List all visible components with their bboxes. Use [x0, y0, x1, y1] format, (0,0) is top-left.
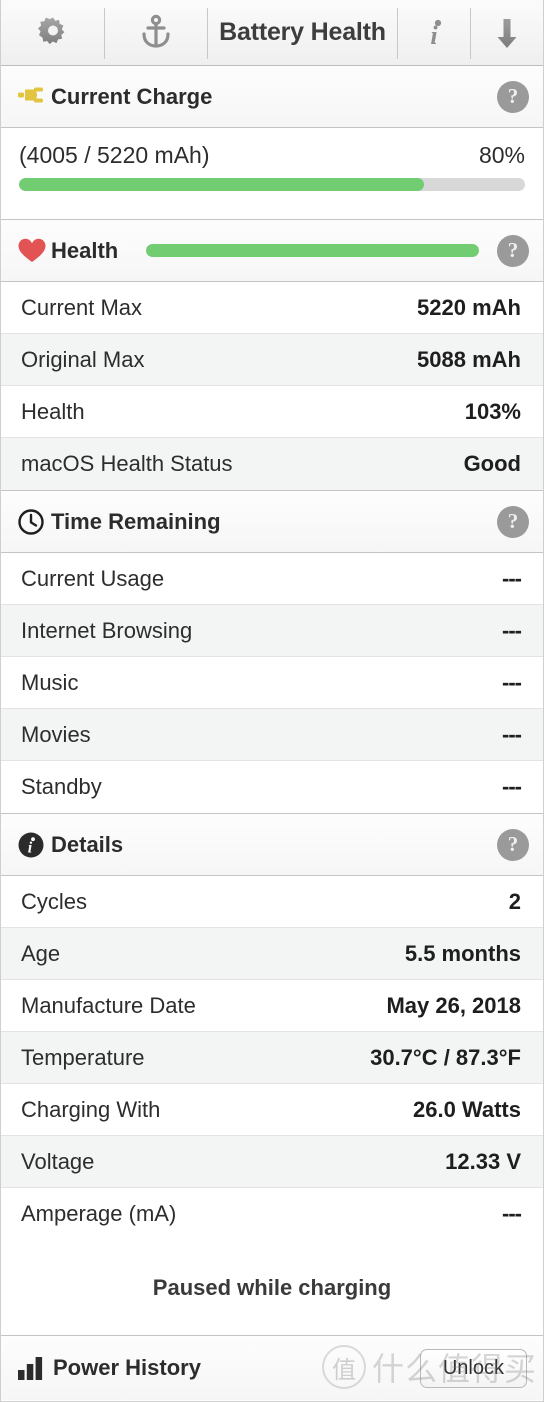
download-arrow-icon	[497, 18, 517, 48]
row-value: 2	[508, 888, 521, 914]
health-progress-track	[146, 244, 479, 257]
toolbar: Battery Health i	[1, 0, 543, 66]
charge-progress-track	[19, 178, 525, 191]
row-label: Standby	[21, 774, 102, 799]
table-row: Standby ---	[1, 761, 543, 813]
table-row: Current Max 5220 mAh	[1, 282, 543, 334]
row-label: Health	[21, 398, 85, 424]
row-label: Internet Browsing	[21, 617, 193, 643]
heart-icon	[17, 237, 51, 264]
row-label: Manufacture Date	[21, 992, 196, 1018]
info-circle-icon: i	[17, 831, 51, 859]
row-value: ---	[502, 774, 522, 799]
anchor-icon	[142, 14, 170, 48]
help-button-current-charge[interactable]: ?	[497, 80, 529, 113]
section-header-current-charge: Current Charge ?	[1, 66, 543, 128]
table-row: Internet Browsing ---	[1, 605, 543, 657]
row-value: 5220 mAh	[417, 294, 521, 320]
table-row: Health 103%	[1, 386, 543, 438]
row-value: 26.0 Watts	[412, 1096, 521, 1122]
section-header-time-remaining: Time Remaining ?	[1, 491, 543, 553]
row-value: 30.7°C / 87.3°F	[370, 1044, 521, 1070]
current-charge-body: (4005 / 5220 mAh) 80%	[1, 128, 543, 220]
download-button[interactable]	[471, 0, 543, 65]
window-title: Battery Health	[219, 18, 386, 46]
row-value: 12.33 V	[445, 1148, 521, 1174]
svg-text:i: i	[28, 839, 33, 856]
row-value: May 26, 2018	[386, 992, 521, 1018]
row-value: ---	[502, 565, 522, 591]
row-value: 5088 mAh	[417, 346, 521, 372]
section-header-health: Health ?	[1, 220, 543, 282]
row-value: ---	[502, 669, 522, 695]
row-value: 103%	[464, 398, 521, 424]
table-row: Voltage 12.33 V	[1, 1136, 543, 1188]
row-value: ---	[502, 721, 522, 747]
table-row: Amperage (mA) ---	[1, 1188, 543, 1240]
health-bar-wrapper	[118, 244, 497, 257]
charge-percent-text: 80%	[478, 142, 525, 168]
info-icon: i	[430, 19, 442, 50]
section-title-time-remaining: Time Remaining	[51, 508, 221, 534]
row-label: Current Usage	[21, 565, 165, 591]
charge-capacity-text: (4005 / 5220 mAh)	[19, 142, 210, 168]
row-value: 5.5 months	[404, 940, 521, 966]
charge-readout-row: (4005 / 5220 mAh) 80%	[19, 142, 525, 169]
settings-button[interactable]	[1, 0, 104, 65]
clock-icon	[17, 508, 51, 536]
power-plug-icon	[17, 84, 51, 110]
help-button-time-remaining[interactable]: ?	[497, 505, 529, 538]
row-value: Good	[463, 451, 521, 476]
table-row: Manufacture Date May 26, 2018	[1, 980, 543, 1032]
unlock-button[interactable]: Unlock	[419, 1348, 527, 1388]
pin-window-button[interactable]	[105, 0, 207, 65]
row-label: Age	[21, 940, 61, 966]
footer-power-history[interactable]: Power History Unlock	[1, 1336, 543, 1400]
table-row: Age 5.5 months	[1, 928, 543, 980]
svg-text:i: i	[430, 21, 438, 50]
section-title-current-charge: Current Charge	[51, 83, 213, 109]
table-row: Cycles 2	[1, 876, 543, 928]
health-progress-fill	[146, 244, 479, 257]
section-header-details: i Details ?	[1, 814, 543, 876]
row-label: macOS Health Status	[21, 451, 233, 476]
time-remaining-rows: Current Usage --- Internet Browsing --- Musi…	[1, 553, 543, 814]
help-button-details[interactable]: ?	[497, 828, 529, 861]
gear-icon	[37, 17, 64, 44]
health-rows: Current Max 5220 mAh Original Max 5088 mAh H…	[1, 282, 543, 491]
bar-chart-icon	[17, 1355, 53, 1381]
table-row: Music ---	[1, 657, 543, 709]
row-label: Charging With	[21, 1096, 161, 1122]
row-label: Cycles	[21, 888, 88, 914]
help-button-health[interactable]: ?	[497, 234, 529, 267]
row-label: Movies	[21, 721, 91, 747]
table-row: Current Usage ---	[1, 553, 543, 605]
status-note: Paused while charging	[1, 1240, 543, 1336]
row-value: ---	[502, 617, 522, 643]
row-label: Voltage	[21, 1148, 95, 1174]
details-rows: Cycles 2 Age 5.5 months Manufacture Date May …	[1, 876, 543, 1240]
charge-progress-fill	[19, 178, 424, 191]
row-label: Original Max	[21, 346, 145, 372]
about-button[interactable]: i	[398, 0, 470, 65]
section-title-details: Details	[51, 831, 124, 857]
table-row: Charging With 26.0 Watts	[1, 1084, 543, 1136]
row-label: Amperage (mA)	[21, 1201, 177, 1226]
table-row: Movies ---	[1, 709, 543, 761]
section-title-health: Health	[51, 237, 119, 263]
row-value: ---	[502, 1201, 522, 1226]
row-label: Current Max	[21, 294, 143, 320]
row-label: Temperature	[21, 1044, 145, 1070]
footer-title: Power History	[53, 1355, 201, 1380]
table-row: Temperature 30.7°C / 87.3°F	[1, 1032, 543, 1084]
table-row: macOS Health Status Good	[1, 438, 543, 490]
battery-health-window: Battery Health i Current Charge ? (4005 …	[0, 0, 544, 1402]
row-label: Music	[21, 669, 79, 695]
table-row: Original Max 5088 mAh	[1, 334, 543, 386]
